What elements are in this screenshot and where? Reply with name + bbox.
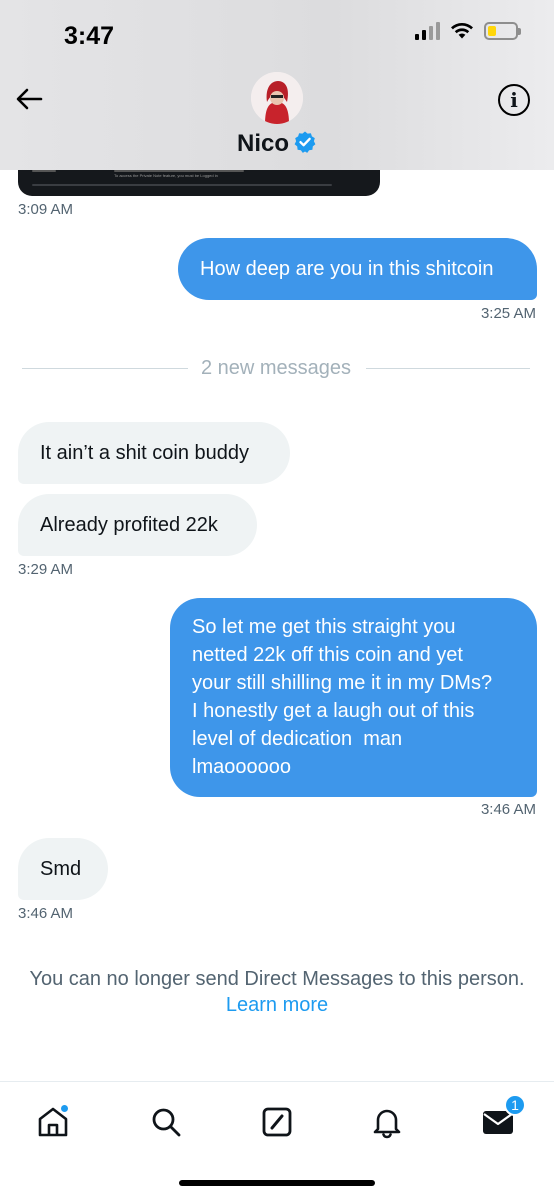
- arrow-left-icon: [16, 88, 43, 110]
- contact-name: Nico: [236, 130, 289, 157]
- message-line: your still shilling me it in my DMs?: [192, 672, 493, 694]
- notice-text: You can no longer send Direct Messages t…: [29, 968, 525, 990]
- message-bubble-outgoing[interactable]: So let me get this straight you netted 2…: [170, 598, 537, 797]
- verified-badge-icon: [294, 131, 316, 153]
- conversation-header: 3:47 i Nico: [0, 0, 554, 170]
- back-button[interactable]: [12, 82, 46, 116]
- cellular-signal-icon: [415, 22, 440, 40]
- message-text: Already profited 22k: [40, 514, 218, 536]
- wifi-icon: [451, 22, 473, 39]
- info-icon: i: [510, 88, 518, 112]
- profile-picture-icon: [251, 72, 303, 124]
- message-line: So let me get this straight you: [192, 616, 456, 638]
- new-messages-divider: 2 new messages: [22, 357, 530, 379]
- card-note-text: To access the Private Note feature, you …: [114, 173, 218, 178]
- message-line: I honestly get a laugh out of this: [192, 700, 475, 722]
- message-bubble-outgoing[interactable]: How deep are you in this shitcoin: [178, 238, 537, 300]
- message-bubble-incoming[interactable]: It ain’t a shit coin buddy: [18, 422, 290, 484]
- notifications-icon: [373, 1109, 401, 1139]
- unread-dot: [60, 1104, 69, 1113]
- message-line: level of dedication man: [192, 728, 403, 750]
- avatar[interactable]: [251, 72, 303, 124]
- search-icon: [152, 1108, 181, 1137]
- learn-more-link[interactable]: Learn more: [0, 992, 554, 1018]
- dm-disabled-notice: You can no longer send Direct Messages t…: [0, 966, 554, 1018]
- message-timestamp: 3:09 AM: [18, 201, 74, 218]
- tab-messages[interactable]: 1: [476, 1094, 526, 1144]
- status-icons: [415, 22, 521, 40]
- status-time: 3:47: [64, 22, 115, 50]
- tab-compose[interactable]: [255, 1100, 299, 1144]
- tab-search[interactable]: [144, 1100, 188, 1144]
- home-indicator: [179, 1180, 375, 1186]
- message-line: netted 22k off this coin and yet: [192, 644, 463, 666]
- message-bubble-incoming[interactable]: Smd: [18, 838, 108, 900]
- info-button[interactable]: i: [498, 84, 530, 116]
- message-text: Smd: [40, 858, 82, 880]
- message-timestamp: 3:25 AM: [480, 305, 536, 322]
- message-text: So let me get this straight you netted 2…: [192, 613, 492, 781]
- message-timestamp: 3:46 AM: [480, 801, 536, 818]
- message-line: lmaoooooo: [192, 756, 291, 778]
- new-messages-label: 2 new messages: [200, 357, 352, 379]
- message-timestamp: 3:29 AM: [18, 561, 74, 578]
- unread-count-badge: 1: [504, 1094, 526, 1116]
- message-text: How deep are you in this shitcoin: [200, 258, 494, 280]
- compose-icon: [262, 1107, 292, 1137]
- message-timestamp: 3:46 AM: [18, 905, 74, 922]
- tab-notifications[interactable]: [365, 1100, 409, 1144]
- battery-icon: [484, 22, 521, 40]
- tab-home[interactable]: [31, 1100, 75, 1144]
- message-bubble-incoming[interactable]: Already profited 22k: [18, 494, 257, 556]
- contact-name-row[interactable]: Nico: [0, 130, 554, 158]
- message-text: It ain’t a shit coin buddy: [40, 442, 250, 464]
